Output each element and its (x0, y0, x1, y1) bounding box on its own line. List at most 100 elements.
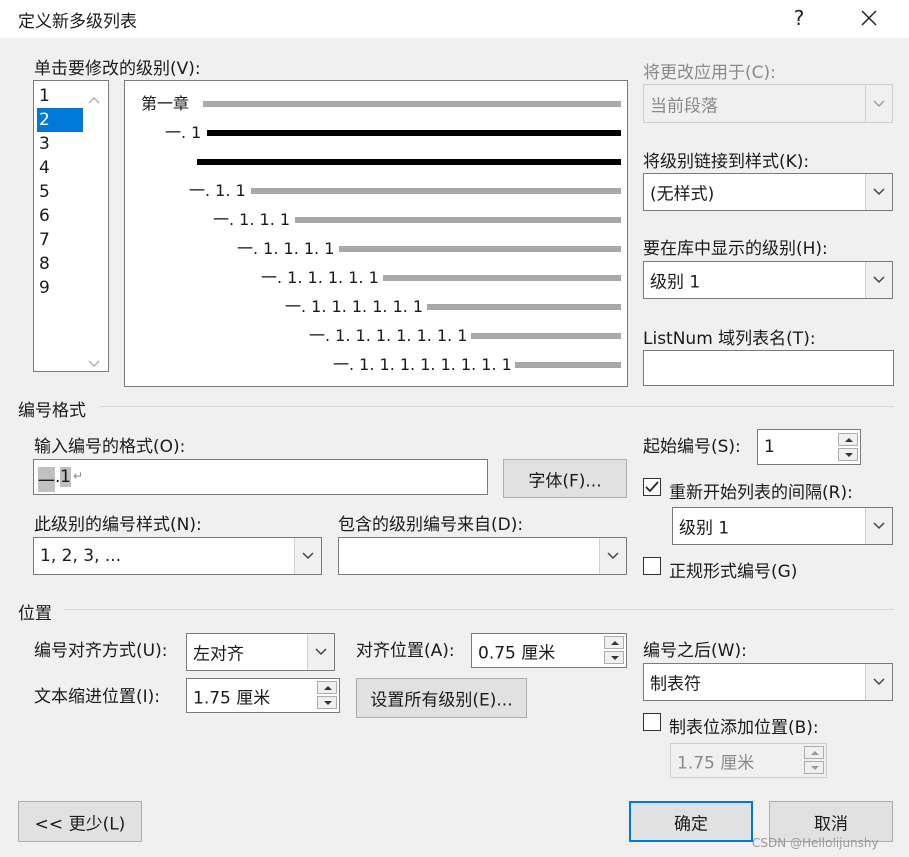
restart-checkbox[interactable] (643, 478, 661, 496)
position-section-label: 位置 (18, 604, 52, 624)
spin-down-icon[interactable] (804, 761, 824, 774)
align-select[interactable]: 左对齐 (186, 633, 335, 671)
spin-up-icon[interactable] (317, 681, 337, 694)
preview-line-4 (295, 217, 621, 223)
less-button[interactable]: << 更少(L) (18, 801, 142, 842)
follow-number-label: 编号之后(W): (643, 641, 747, 661)
ok-button[interactable]: 确定 (629, 801, 753, 842)
preview-pane: 第一章 一. 1 一. 1. 1 一. 1. 1. 1 一. 1. 1. 1. … (124, 80, 628, 387)
section-divider (100, 406, 894, 407)
level-item-4[interactable]: 4 (37, 156, 83, 180)
format-label: 输入编号的格式(O): (34, 437, 186, 457)
preview-line-3 (251, 188, 621, 194)
start-at-value: 1 (764, 437, 775, 457)
number-format-section-label: 编号格式 (18, 401, 86, 421)
spin-up-icon[interactable] (804, 746, 824, 759)
number-style-select[interactable]: 1, 2, 3, ... (33, 537, 322, 575)
include-level-select[interactable] (338, 537, 627, 575)
chevron-down-icon (294, 538, 321, 574)
level-item-5[interactable]: 5 (37, 180, 83, 204)
chevron-down-icon (865, 174, 892, 210)
preview-text-9: 一. 1. 1. 1. 1. 1. 1. 1. 1 (333, 355, 512, 374)
section-divider (64, 609, 894, 610)
spin-down-icon[interactable] (838, 448, 858, 461)
align-at-value: 0.75 厘米 (478, 643, 556, 663)
spin-up-icon[interactable] (838, 433, 858, 446)
preview-text-1: 第一章 (141, 94, 190, 113)
level-item-2[interactable]: 2 (37, 108, 83, 132)
chevron-down-icon (865, 262, 892, 298)
listnum-input[interactable] (643, 350, 894, 386)
font-button-label: 字体(F)... (528, 471, 602, 491)
number-style-label: 此级别的编号样式(N): (34, 515, 202, 535)
apply-to-select[interactable]: 当前段落 (643, 84, 893, 123)
preview-line-8 (471, 333, 621, 339)
legal-style-checkbox[interactable] (643, 557, 661, 575)
set-all-levels-label: 设置所有级别(E)... (370, 690, 513, 711)
chevron-down-icon (865, 664, 892, 700)
set-all-levels-button[interactable]: 设置所有级别(E)... (356, 678, 527, 718)
preview-text-2: 一. 1 (165, 123, 202, 142)
level-item-7[interactable]: 7 (37, 228, 83, 252)
gallery-level-label: 要在库中显示的级别(H): (643, 239, 828, 259)
follow-number-value: 制表符 (650, 674, 701, 695)
checkmark-icon (645, 481, 659, 493)
align-label: 编号对齐方式(U): (34, 641, 168, 661)
indent-spinner[interactable]: 1.75 厘米 (186, 678, 340, 713)
indent-value: 1.75 厘米 (193, 688, 271, 708)
tab-add-checkbox[interactable] (643, 713, 661, 731)
watermark: CSDN @Hellolijunshy (752, 836, 879, 850)
help-button[interactable]: ? (781, 2, 817, 34)
cancel-button-label: 取消 (814, 814, 848, 834)
chevron-down-icon (599, 538, 626, 574)
level-item-1[interactable]: 1 (37, 84, 83, 108)
scroll-up-icon[interactable] (88, 89, 100, 109)
link-style-select[interactable]: (无样式) (643, 173, 893, 211)
dialog-title: 定义新多级列表 (18, 12, 137, 32)
gallery-level-value: 级别 1 (650, 272, 701, 293)
tab-add-spinner[interactable]: 1.75 厘米 (670, 743, 827, 778)
preview-line-6 (383, 275, 621, 281)
spin-down-icon[interactable] (317, 696, 337, 709)
spin-down-icon[interactable] (604, 651, 624, 664)
close-icon (861, 10, 877, 26)
preview-line-2b (197, 159, 621, 165)
preview-line-5 (339, 246, 621, 252)
chevron-down-icon (307, 634, 334, 670)
level-item-3[interactable]: 3 (37, 132, 83, 156)
apply-to-label: 将更改应用于(C): (643, 63, 776, 83)
restart-level-value: 级别 1 (679, 518, 730, 539)
restart-level-select[interactable]: 级别 1 (672, 507, 893, 545)
level-item-8[interactable]: 8 (37, 252, 83, 276)
preview-text-6: 一. 1. 1. 1. 1. 1 (261, 268, 379, 287)
paragraph-mark-icon: ↵ (73, 469, 84, 483)
preview-text-3: 一. 1. 1 (189, 181, 246, 200)
restart-label: 重新开始列表的间隔(R): (669, 483, 853, 503)
preview-line-2 (207, 130, 621, 136)
title-bar: 定义新多级列表 ? (0, 0, 909, 38)
spin-up-icon[interactable] (604, 636, 624, 649)
format-prefix: 一 (38, 467, 55, 492)
close-button[interactable] (851, 2, 887, 34)
format-num: 1 (60, 467, 71, 487)
level-list[interactable]: 1 2 3 4 5 6 7 8 9 (33, 80, 109, 372)
align-value: 左对齐 (193, 644, 244, 665)
link-style-value: (无样式) (650, 184, 715, 205)
include-level-label: 包含的级别编号来自(D): (338, 515, 524, 535)
level-item-9[interactable]: 9 (37, 276, 83, 300)
preview-line-9 (515, 362, 621, 368)
follow-number-select[interactable]: 制表符 (643, 663, 893, 701)
align-at-spinner[interactable]: 0.75 厘米 (471, 633, 627, 668)
preview-line-1 (203, 101, 621, 107)
gallery-level-select[interactable]: 级别 1 (643, 261, 893, 299)
chevron-down-icon (865, 85, 892, 122)
format-input[interactable]: 一 . 1 ↵ (33, 459, 488, 495)
start-at-spinner[interactable]: 1 (757, 429, 861, 465)
level-item-6[interactable]: 6 (37, 204, 83, 228)
chevron-down-icon (865, 508, 892, 544)
scroll-down-icon[interactable] (88, 353, 100, 373)
levels-label: 单击要修改的级别(V): (34, 59, 201, 79)
preview-text-4: 一. 1. 1. 1 (213, 210, 291, 229)
preview-text-7: 一. 1. 1. 1. 1. 1. 1 (285, 297, 424, 316)
font-button[interactable]: 字体(F)... (503, 459, 627, 498)
